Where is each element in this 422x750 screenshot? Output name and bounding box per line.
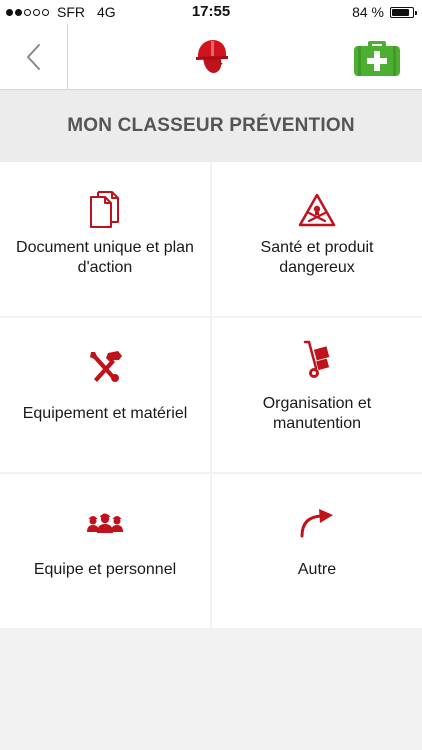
section-header: MON CLASSEUR PRÉVENTION [0, 90, 422, 162]
helmet-head-logo-icon [196, 40, 228, 73]
tile-icon-wrap [0, 190, 210, 230]
tile-label-line: dangereux [279, 259, 355, 276]
hand-truck-icon [303, 340, 330, 378]
tile-equipement-materiel[interactable]: Equipement et matériel [0, 318, 210, 472]
tile-label-line: Autre [297, 561, 337, 578]
status-right: 84 % [352, 4, 417, 20]
tile-document-unique[interactable]: Document unique et plan d'action [0, 162, 210, 316]
tile-icon-wrap [212, 502, 422, 542]
battery-percent: 84 % [352, 4, 384, 20]
navigation-bar [0, 24, 422, 90]
tile-label-line: Document unique et plan [16, 239, 194, 256]
tile-label-line: Organisation et [262, 395, 372, 412]
back-button[interactable] [0, 24, 68, 89]
tile-label: Document unique et plan d'action [6, 238, 204, 278]
tile-label: Organisation et manutention [218, 394, 416, 434]
team-icon [87, 513, 123, 533]
tile-label: Autre [218, 560, 416, 580]
tile-label-line: d'action [77, 259, 133, 276]
category-grid: Document unique et plan d'action Santé e… [0, 162, 422, 628]
tile-equipe-personnel[interactable]: Equipe et personnel [0, 474, 210, 628]
chevron-left-icon [26, 43, 40, 70]
tile-label-line: Santé et produit [260, 239, 374, 256]
tile-organisation-manutention[interactable]: Organisation et manutention [212, 318, 422, 472]
status-bar: SFR 4G 17:55 84 % [0, 0, 422, 24]
tile-label: Santé et produit dangereux [218, 238, 416, 278]
tools-icon [90, 351, 122, 382]
curved-arrow-icon [300, 509, 333, 538]
tile-label-line: Equipe et personnel [33, 561, 177, 578]
battery-tip [415, 10, 417, 15]
battery-fill [392, 8, 409, 16]
tile-sante-produit[interactable]: Santé et produit dangereux [212, 162, 422, 316]
tile-label: Equipement et matériel [6, 404, 204, 424]
hazard-warning-icon [298, 193, 336, 227]
tile-label-line: Equipement et matériel [22, 405, 188, 422]
tile-icon-wrap [212, 340, 422, 380]
tile-icon-wrap [0, 346, 210, 386]
page-title: MON CLASSEUR PRÉVENTION [67, 115, 355, 136]
documents-icon [90, 191, 119, 228]
tile-autre[interactable]: Autre [212, 474, 422, 628]
tile-icon-wrap [212, 190, 422, 230]
battery-icon [390, 6, 417, 18]
tile-label-line: manutention [272, 415, 362, 432]
tile-label: Equipe et personnel [6, 560, 204, 580]
first-aid-kit-icon[interactable] [352, 38, 402, 78]
tile-icon-wrap [0, 502, 210, 542]
